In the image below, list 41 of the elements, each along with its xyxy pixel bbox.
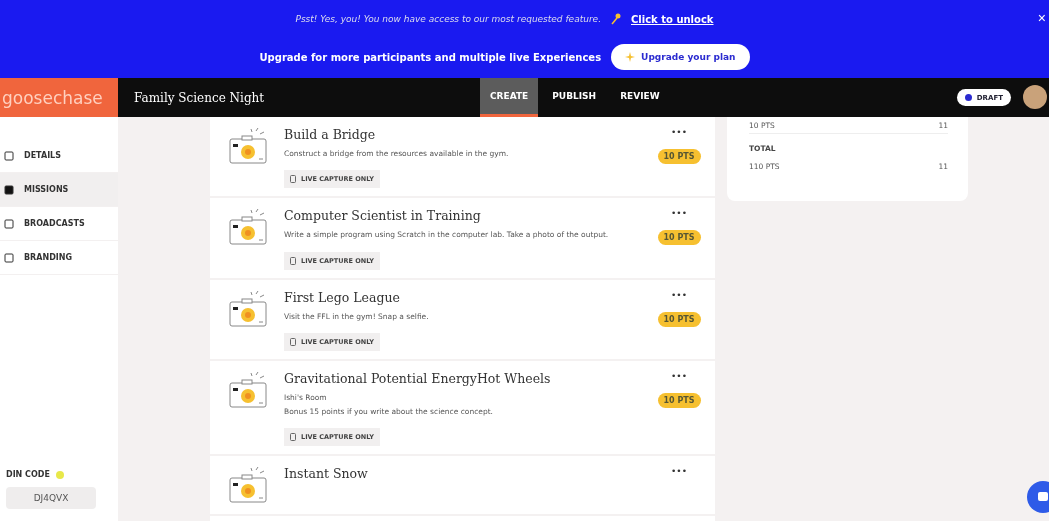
phone-icon bbox=[290, 433, 296, 442]
mission-title: Instant Snow bbox=[284, 466, 369, 482]
status-dot-icon bbox=[964, 94, 972, 101]
chat-icon bbox=[1037, 491, 1049, 503]
unlock-link[interactable]: Click to unlock bbox=[631, 13, 714, 25]
mission-title: Gravitational Potential EnergyHot Wheels bbox=[284, 370, 552, 386]
mission-card[interactable]: Instant Snow ••• bbox=[210, 456, 715, 517]
help-icon bbox=[55, 470, 64, 479]
section-icon bbox=[4, 184, 14, 195]
sparkle-icon bbox=[625, 52, 636, 62]
more-button[interactable]: ••• bbox=[671, 208, 687, 219]
more-button[interactable]: ••• bbox=[671, 289, 687, 300]
nav-tab[interactable]: PUBLISH bbox=[542, 78, 607, 117]
section-icon bbox=[4, 150, 14, 161]
mission-title: First Lego League bbox=[284, 289, 401, 305]
nav-tab[interactable]: REVIEW bbox=[610, 78, 670, 117]
key-icon bbox=[611, 13, 621, 25]
more-button[interactable]: ••• bbox=[671, 466, 687, 477]
phone-icon bbox=[290, 175, 296, 184]
nav-tab[interactable]: CREATE bbox=[480, 78, 539, 117]
points-badge: 10 PTS bbox=[657, 230, 701, 246]
section-icon bbox=[4, 252, 14, 263]
phone-icon bbox=[290, 337, 296, 346]
close-button[interactable]: × bbox=[1037, 10, 1046, 26]
mission-title: Build a Bridge bbox=[284, 127, 377, 142]
section-icon bbox=[4, 218, 14, 229]
points-badge: 10 PTS bbox=[657, 311, 701, 327]
avatar[interactable] bbox=[1023, 85, 1047, 109]
mission-title: Computer Scientist in Training bbox=[284, 208, 482, 224]
points-badge: 10 PTS bbox=[657, 392, 701, 408]
join-code-label: DIN CODE bbox=[6, 470, 50, 479]
sidebar-item[interactable]: MISSIONS bbox=[0, 173, 118, 207]
more-button[interactable]: ••• bbox=[671, 127, 687, 137]
more-button[interactable]: ••• bbox=[671, 370, 687, 381]
event-title: Family Science Night bbox=[133, 89, 266, 107]
promo-message: Psst! Yes, you! You now have access to our most requested feature. bbox=[295, 14, 601, 24]
join-code: DJ4QVX bbox=[6, 487, 96, 509]
upgrade-message: Upgrade for more participants and multiple live Experiences bbox=[259, 51, 602, 63]
upgrade-button[interactable]: Upgrade your plan bbox=[611, 44, 750, 70]
points-badge: 10 PTS bbox=[657, 149, 701, 164]
phone-icon bbox=[290, 256, 296, 265]
